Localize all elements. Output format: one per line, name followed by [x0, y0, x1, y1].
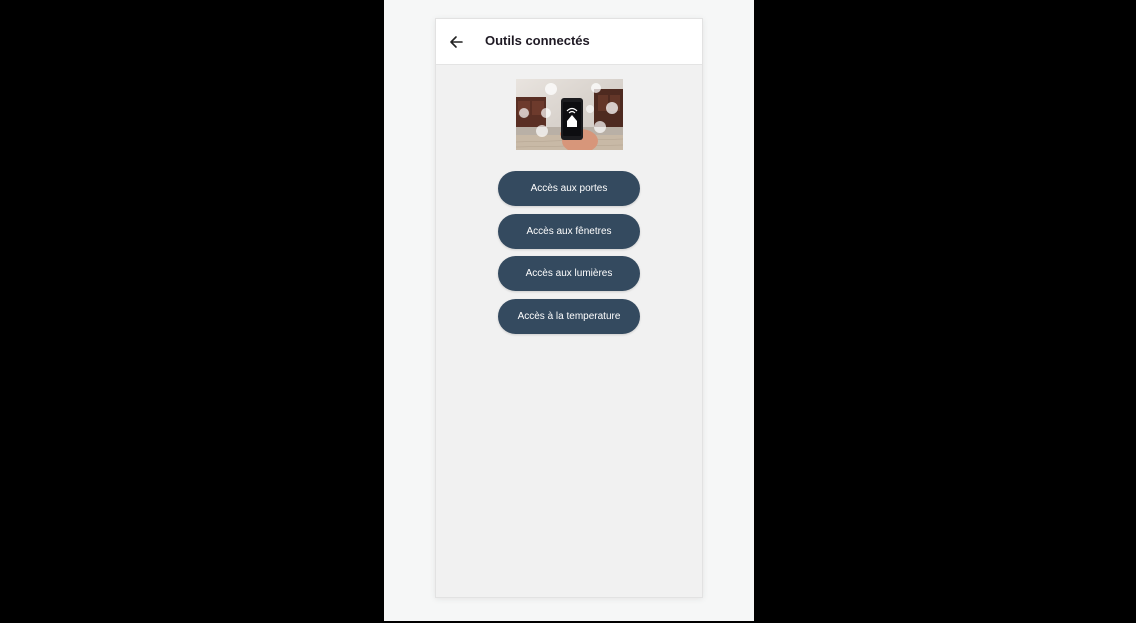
- back-button[interactable]: [444, 30, 468, 54]
- app-bar: Outils connectés: [436, 19, 702, 65]
- page-title: Outils connectés: [485, 33, 590, 48]
- app-viewport: Outils connectés Accès aux portes Accès …: [384, 0, 754, 621]
- action-buttons: Accès aux portes Accès aux fênetres Accè…: [498, 171, 640, 341]
- lights-access-button[interactable]: Accès aux lumières: [498, 256, 640, 291]
- arrow-left-icon: [450, 36, 463, 48]
- windows-access-button[interactable]: Accès aux fênetres: [498, 213, 640, 249]
- smart-home-image: [516, 79, 623, 150]
- phone-frame: Outils connectés Accès aux portes Accès …: [435, 18, 703, 598]
- doors-access-button[interactable]: Accès aux portes: [498, 171, 640, 206]
- temperature-access-button[interactable]: Accès à la temperature: [498, 298, 640, 334]
